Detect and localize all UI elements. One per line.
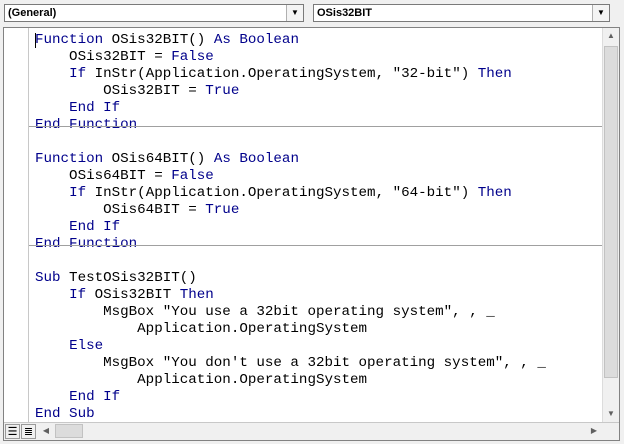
code-token: InStr(Application.OperatingSystem, "64-b…: [86, 185, 478, 201]
keyword-token: Boolean: [239, 151, 299, 167]
procedure-separator: [29, 245, 603, 246]
code-line[interactable]: If InStr(Application.OperatingSystem, "3…: [35, 66, 512, 83]
keyword-token: Sub: [35, 270, 61, 286]
code-line[interactable]: End Sub: [35, 406, 95, 422]
code-token: OSis64BIT(): [103, 151, 214, 167]
keyword-token: False: [171, 168, 214, 184]
keyword-token: Else: [69, 338, 104, 354]
keyword-token: Boolean: [239, 32, 299, 48]
code-line[interactable]: Sub TestOSis32BIT(): [35, 270, 197, 287]
code-token: TestOSis32BIT(): [60, 270, 197, 286]
code-line[interactable]: Function OSis32BIT() As Boolean: [35, 32, 299, 49]
code-line[interactable]: End If: [35, 389, 120, 406]
keyword-token: End Function: [35, 117, 138, 133]
scroll-left-arrow-icon[interactable]: ◀: [38, 423, 54, 439]
horizontal-scrollbar[interactable]: ◀ ▶: [38, 423, 602, 440]
editor-bottom-bar: ☰ ≣ ◀ ▶: [4, 422, 619, 440]
code-token: OSis32BIT: [86, 287, 180, 303]
procedure-dropdown[interactable]: OSis32BIT ▼: [313, 4, 610, 22]
object-dropdown[interactable]: (General) ▼: [4, 4, 304, 22]
code-line[interactable]: OSis64BIT = False: [35, 168, 214, 185]
keyword-token: End Function: [35, 236, 138, 252]
keyword-token: Function: [35, 32, 104, 48]
code-line[interactable]: End If: [35, 219, 120, 236]
code-line[interactable]: End If: [35, 100, 120, 117]
code-line[interactable]: OSis32BIT = True: [35, 83, 239, 100]
code-line[interactable]: OSis32BIT = False: [35, 49, 214, 66]
code-token: MsgBox "You don't use a 32bit operating …: [35, 355, 546, 371]
scroll-down-arrow-icon[interactable]: ▼: [603, 406, 619, 422]
keyword-token: End If: [69, 219, 121, 235]
code-line[interactable]: MsgBox "You use a 32bit operating system…: [35, 304, 495, 321]
code-line[interactable]: Else: [35, 338, 103, 355]
procedure-dropdown-value: OSis32BIT: [317, 7, 373, 19]
code-token: Application.OperatingSystem: [35, 321, 368, 337]
keyword-token: If: [69, 287, 87, 303]
keyword-token: If: [69, 185, 87, 201]
code-token: OSis64BIT =: [35, 202, 206, 218]
scroll-right-arrow-icon[interactable]: ▶: [586, 423, 602, 439]
code-editor[interactable]: Function OSis32BIT() As Boolean OSis32BI…: [3, 27, 620, 441]
keyword-token: Then: [179, 287, 214, 303]
keyword-token: Then: [477, 185, 512, 201]
horizontal-scroll-thumb[interactable]: [55, 424, 83, 438]
keyword-token: As: [213, 32, 231, 48]
keyword-token: True: [205, 202, 240, 218]
code-token: Application.OperatingSystem: [35, 372, 368, 388]
code-line[interactable]: Function OSis64BIT() As Boolean: [35, 151, 299, 168]
chevron-down-icon[interactable]: ▼: [286, 5, 303, 21]
code-line[interactable]: Application.OperatingSystem: [35, 321, 367, 338]
scroll-up-arrow-icon[interactable]: ▲: [603, 28, 619, 44]
code-token: OSis32BIT =: [35, 49, 172, 65]
margin-indicator-bar[interactable]: [4, 28, 29, 422]
code-text-area[interactable]: Function OSis32BIT() As Boolean OSis32BI…: [29, 28, 603, 422]
code-token: InStr(Application.OperatingSystem, "32-b…: [86, 66, 478, 82]
vertical-scroll-thumb[interactable]: [604, 46, 618, 378]
procedure-separator: [29, 126, 603, 127]
code-window-toolbar: (General) ▼ OSis32BIT ▼: [0, 0, 624, 27]
keyword-token: Then: [477, 66, 512, 82]
code-line[interactable]: If OSis32BIT Then: [35, 287, 214, 304]
keyword-token: End If: [69, 100, 121, 116]
code-token: OSis32BIT(): [103, 32, 214, 48]
code-line[interactable]: MsgBox "You don't use a 32bit operating …: [35, 355, 546, 372]
keyword-token: False: [171, 49, 214, 65]
code-line[interactable]: If InStr(Application.OperatingSystem, "6…: [35, 185, 512, 202]
keyword-token: Function: [35, 151, 104, 167]
keyword-token: End If: [69, 389, 121, 405]
keyword-token: End Sub: [35, 406, 95, 422]
keyword-token: As: [213, 151, 231, 167]
procedure-view-icon[interactable]: ☰: [5, 424, 20, 439]
object-dropdown-value: (General): [8, 7, 57, 19]
keyword-token: If: [69, 66, 87, 82]
vertical-scrollbar[interactable]: ▲ ▼: [602, 28, 619, 422]
code-token: OSis32BIT =: [35, 83, 206, 99]
full-module-view-icon[interactable]: ≣: [21, 424, 36, 439]
chevron-down-icon[interactable]: ▼: [592, 5, 609, 21]
code-token: MsgBox "You use a 32bit operating system…: [35, 304, 495, 320]
code-line[interactable]: Application.OperatingSystem: [35, 372, 367, 389]
keyword-token: True: [205, 83, 240, 99]
code-line[interactable]: OSis64BIT = True: [35, 202, 239, 219]
code-token: OSis64BIT =: [35, 168, 172, 184]
